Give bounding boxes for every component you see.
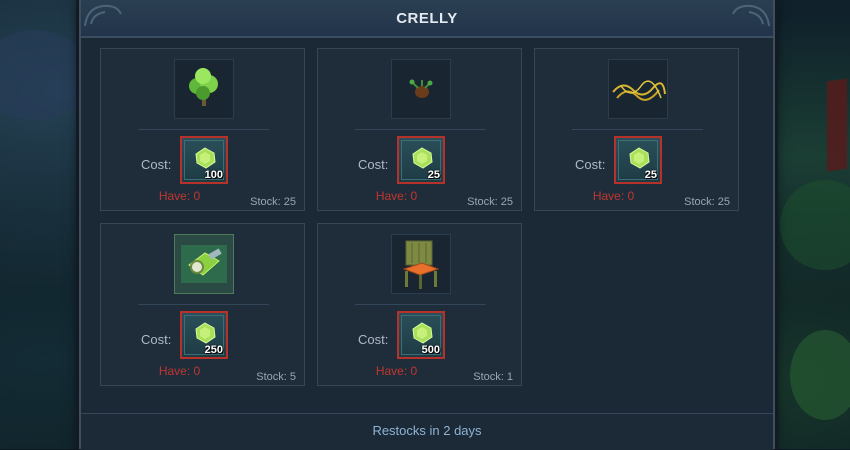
shop-item-card[interactable]: Cost: 500 Have: 0 Stock: 1	[317, 223, 522, 386]
green-gem-icon	[195, 147, 216, 169]
buy-button[interactable]: 250	[180, 311, 228, 359]
shop-item-card[interactable]: Cost: 25 Have: 0 Stock: 25	[317, 48, 522, 211]
item-slot[interactable]	[174, 234, 234, 294]
green-gem-icon	[629, 147, 650, 169]
buy-button[interactable]: 25	[397, 136, 445, 184]
green-gem-icon	[195, 322, 216, 344]
background-foliage	[0, 30, 90, 120]
background-building	[827, 78, 847, 172]
stock-count: Stock: 25	[684, 196, 730, 208]
cost-label: Cost:	[358, 157, 389, 172]
shop-item-card[interactable]: Cost: 100 Have: 0 Stock: 25	[100, 48, 305, 211]
cost-label: Cost:	[575, 157, 606, 172]
item-slot[interactable]	[608, 59, 668, 119]
green-device-icon	[181, 245, 227, 283]
shop-window: CRELLY Cost: 100 Have: 0 Stock: 25 Cost:…	[79, 0, 775, 450]
card-divider	[355, 304, 486, 305]
cost-amount: 500	[421, 344, 440, 356]
cost-amount: 25	[427, 169, 440, 181]
title-bar: CRELLY	[81, 0, 773, 38]
cost-label: Cost:	[141, 332, 172, 347]
green-gem-icon	[412, 322, 433, 344]
card-divider	[355, 129, 486, 130]
restock-timer: Restocks in 2 days	[372, 423, 482, 438]
corner-ornament-icon	[732, 4, 770, 27]
cost-amount: 100	[204, 169, 223, 181]
green-shrub-icon	[189, 68, 218, 106]
cost-amount: 25	[644, 169, 657, 181]
stock-count: Stock: 25	[467, 196, 513, 208]
card-divider	[572, 129, 703, 130]
green-gem-icon	[412, 147, 433, 169]
item-slot[interactable]	[174, 59, 234, 119]
item-slot[interactable]	[391, 59, 451, 119]
background-foliage	[790, 330, 850, 420]
corner-ornament-icon	[84, 4, 122, 27]
card-divider	[138, 304, 269, 305]
background-foliage	[780, 180, 850, 270]
stock-count: Stock: 5	[256, 371, 296, 383]
shop-title: CRELLY	[396, 9, 458, 27]
wooden-chair-icon	[402, 240, 440, 289]
buy-button[interactable]: 25	[614, 136, 662, 184]
item-slot[interactable]	[391, 234, 451, 294]
buy-button[interactable]: 100	[180, 136, 228, 184]
buy-button[interactable]: 500	[397, 311, 445, 359]
cost-label: Cost:	[141, 157, 172, 172]
small-plant-seed-icon	[409, 79, 433, 98]
stock-count: Stock: 25	[250, 196, 296, 208]
shop-item-card[interactable]: Cost: 25 Have: 0 Stock: 25	[534, 48, 739, 211]
shop-footer: Restocks in 2 days	[81, 413, 773, 450]
shop-item-card[interactable]: Cost: 250 Have: 0 Stock: 5	[100, 223, 305, 386]
cost-amount: 250	[204, 344, 223, 356]
stock-count: Stock: 1	[473, 371, 513, 383]
card-divider	[138, 129, 269, 130]
yellow-vine-icon	[612, 80, 666, 101]
cost-label: Cost:	[358, 332, 389, 347]
